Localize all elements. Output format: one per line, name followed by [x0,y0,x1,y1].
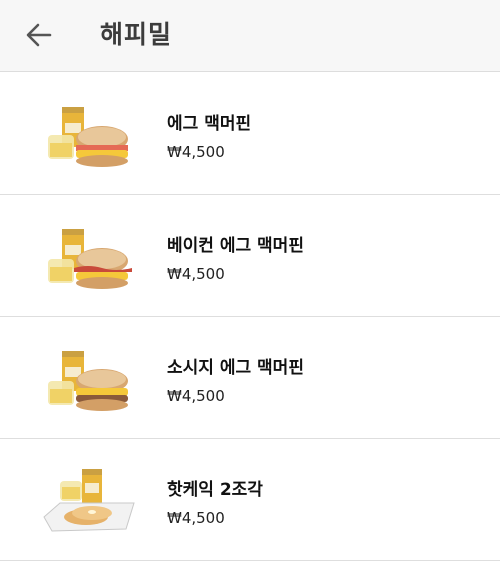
menu-item-bacon-egg-mcmuffin[interactable]: 베이컨 에그 맥머핀 ₩4,500 [0,195,500,317]
item-price: ₩4,500 [167,509,225,527]
back-button[interactable] [18,14,60,56]
sausage-egg-mcmuffin-set-image [48,351,128,411]
hotcake-set-image [43,469,135,532]
menu-item-sausage-egg-mcmuffin[interactable]: 소시지 에그 맥머핀 ₩4,500 [0,317,500,439]
menu-list: 에그 맥머핀 ₩4,500 베이컨 에그 맥머핀 ₩4,500 소시지 에그 맥… [0,73,500,561]
arrow-left-icon [26,23,52,47]
item-price: ₩4,500 [167,143,225,161]
item-price: ₩4,500 [167,387,225,405]
item-price: ₩4,500 [167,265,225,283]
app-bar: 해피밀 [0,0,500,72]
item-name: 소시지 에그 맥머핀 [167,358,304,378]
bacon-egg-mcmuffin-set-image [48,229,132,289]
menu-item-egg-mcmuffin[interactable]: 에그 맥머핀 ₩4,500 [0,73,500,195]
item-name: 에그 맥머핀 [167,114,252,134]
item-name: 핫케익 2조각 [167,480,263,500]
egg-mcmuffin-set-image [48,107,128,167]
menu-item-hotcakes[interactable]: 핫케익 2조각 ₩4,500 [0,439,500,561]
item-name: 베이컨 에그 맥머핀 [167,236,304,256]
page-title: 해피밀 [100,20,173,49]
